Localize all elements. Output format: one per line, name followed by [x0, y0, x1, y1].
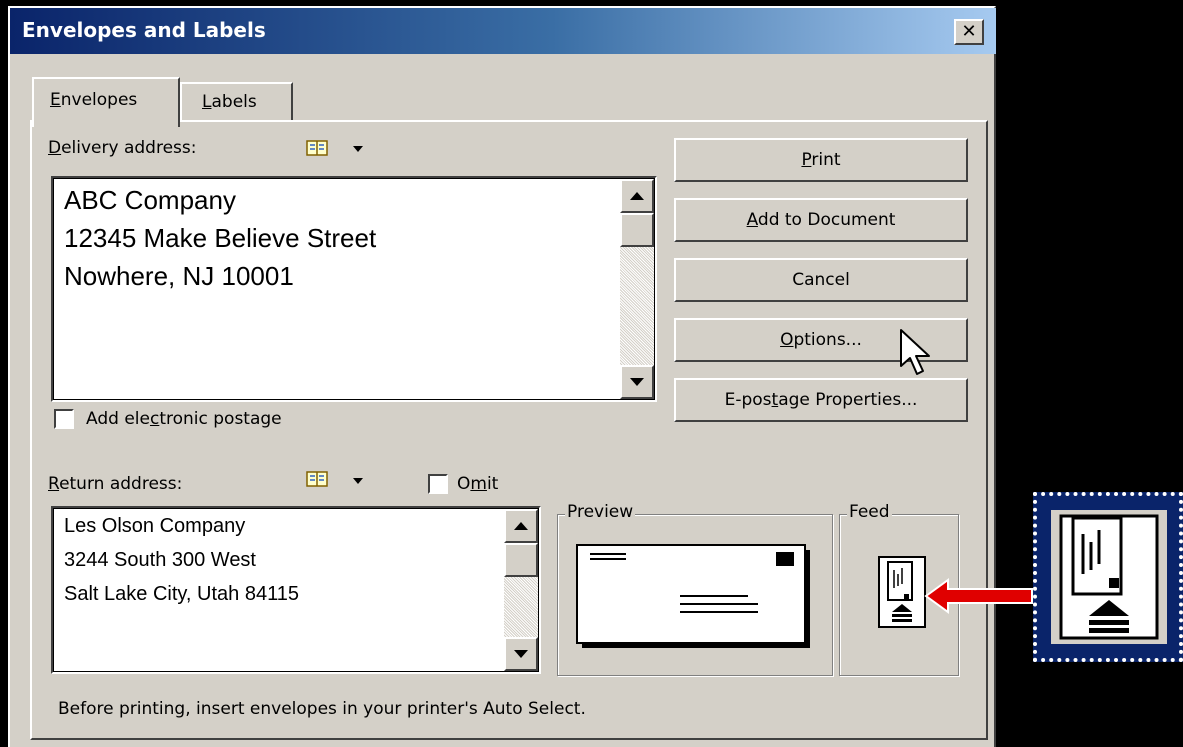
return-scroll-up-icon — [514, 522, 528, 530]
return-scroll-down-button[interactable] — [504, 637, 538, 671]
delivery-label-rest: elivery address: — [61, 138, 197, 158]
scroll-down-icon — [630, 378, 644, 386]
print-rest: rint — [811, 150, 841, 170]
epostage-properties-button[interactable]: E-postage Properties... — [674, 378, 968, 422]
preview-group-title: Preview — [565, 502, 636, 522]
print-button[interactable]: Print — [674, 138, 968, 182]
delivery-field-inner: ABC Company 12345 Make Believe Street No… — [53, 178, 655, 400]
mouse-cursor-icon — [900, 329, 930, 375]
epost-pre: E-pos — [724, 390, 772, 410]
envelope-preview-icon[interactable] — [576, 544, 812, 650]
add-electronic-postage-checkbox[interactable] — [54, 409, 74, 429]
return-line-3: Salt Lake City, Utah 84115 — [64, 583, 299, 605]
feed-zoom-callout — [1033, 492, 1183, 662]
feed-group-title: Feed — [847, 502, 892, 522]
postage-pre: Add ele — [86, 409, 150, 429]
return-address-book-icon[interactable] — [306, 470, 328, 488]
cancel-button[interactable]: Cancel — [674, 258, 968, 302]
red-pointer-arrow-icon — [924, 578, 1033, 614]
omit-pre: O — [457, 474, 471, 494]
return-field-inner: Les Olson Company 3244 South 300 West Sa… — [53, 508, 539, 672]
return-address-book-dropdown-icon[interactable] — [353, 478, 363, 484]
return-scrollbar[interactable] — [504, 509, 538, 671]
tab-labels[interactable]: Labels — [180, 82, 293, 122]
scroll-down-button[interactable] — [620, 365, 654, 399]
tab-envelopes[interactable]: Envelopes — [32, 77, 180, 127]
tab-labels-rest: abels — [211, 92, 257, 112]
add-electronic-postage-label: Add electronic postage — [86, 409, 282, 429]
scroll-thumb[interactable] — [620, 213, 654, 247]
postage-mnemonic: c — [149, 409, 160, 429]
postage-post: tronic postage — [159, 409, 282, 429]
return-line-2: 3244 South 300 West — [64, 549, 256, 571]
omit-checkbox[interactable] — [428, 474, 448, 494]
epost-post: age Properties... — [778, 390, 918, 410]
options-rest: ptions... — [793, 330, 862, 350]
add-rest: dd to Document — [757, 210, 896, 230]
return-address-label: Return address: — [48, 474, 182, 494]
delivery-address-label: Delivery address: — [48, 138, 197, 158]
address-book-icon[interactable] — [306, 139, 328, 157]
tab-envelopes-label: Envelopes — [50, 90, 137, 110]
tab-envelopes-mnemonic: E — [50, 90, 61, 110]
add-mnemonic: A — [746, 210, 758, 230]
delivery-line-3: Nowhere, NJ 10001 — [64, 261, 294, 291]
title-bar[interactable]: Envelopes and Labels ✕ — [10, 8, 996, 54]
address-book-dropdown-icon[interactable] — [353, 146, 363, 152]
return-label-mnemonic: R — [48, 474, 60, 494]
zoomed-feed-icon — [1059, 514, 1159, 640]
options-mnemonic: O — [780, 330, 794, 350]
return-address-field[interactable]: Les Olson Company 3244 South 300 West Sa… — [51, 506, 541, 674]
close-button[interactable]: ✕ — [954, 19, 984, 45]
print-mnemonic: P — [801, 150, 812, 170]
close-icon: ✕ — [961, 21, 977, 42]
return-line-1: Les Olson Company — [64, 515, 246, 537]
omit-label: Omit — [457, 474, 498, 494]
tab-labels-label: Labels — [202, 92, 257, 112]
omit-mnemonic: m — [470, 474, 487, 494]
delivery-scrollbar[interactable] — [620, 179, 654, 399]
tab-envelopes-rest: nvelopes — [60, 90, 138, 110]
cancel-label: Cancel — [792, 270, 850, 290]
return-scroll-down-icon — [514, 650, 528, 658]
add-to-document-button[interactable]: Add to Document — [674, 198, 968, 242]
delivery-line-2: 12345 Make Believe Street — [64, 223, 377, 253]
delivery-label-mnemonic: D — [48, 138, 62, 158]
envelopes-labels-dialog: Envelopes and Labels ✕ Envelopes Labels … — [8, 6, 1033, 747]
feed-zoom-inner — [1051, 510, 1167, 644]
dialog-title: Envelopes and Labels — [22, 18, 266, 42]
delivery-line-1: ABC Company — [64, 185, 236, 215]
scroll-up-icon — [630, 192, 644, 200]
return-label-rest: eturn address: — [59, 474, 183, 494]
omit-post: it — [486, 474, 499, 494]
return-scroll-thumb[interactable] — [504, 543, 538, 577]
scroll-up-button[interactable] — [620, 179, 654, 213]
return-scroll-up-button[interactable] — [504, 509, 538, 543]
feed-method-icon[interactable] — [878, 556, 926, 628]
delivery-address-field[interactable]: ABC Company 12345 Make Believe Street No… — [51, 176, 657, 402]
